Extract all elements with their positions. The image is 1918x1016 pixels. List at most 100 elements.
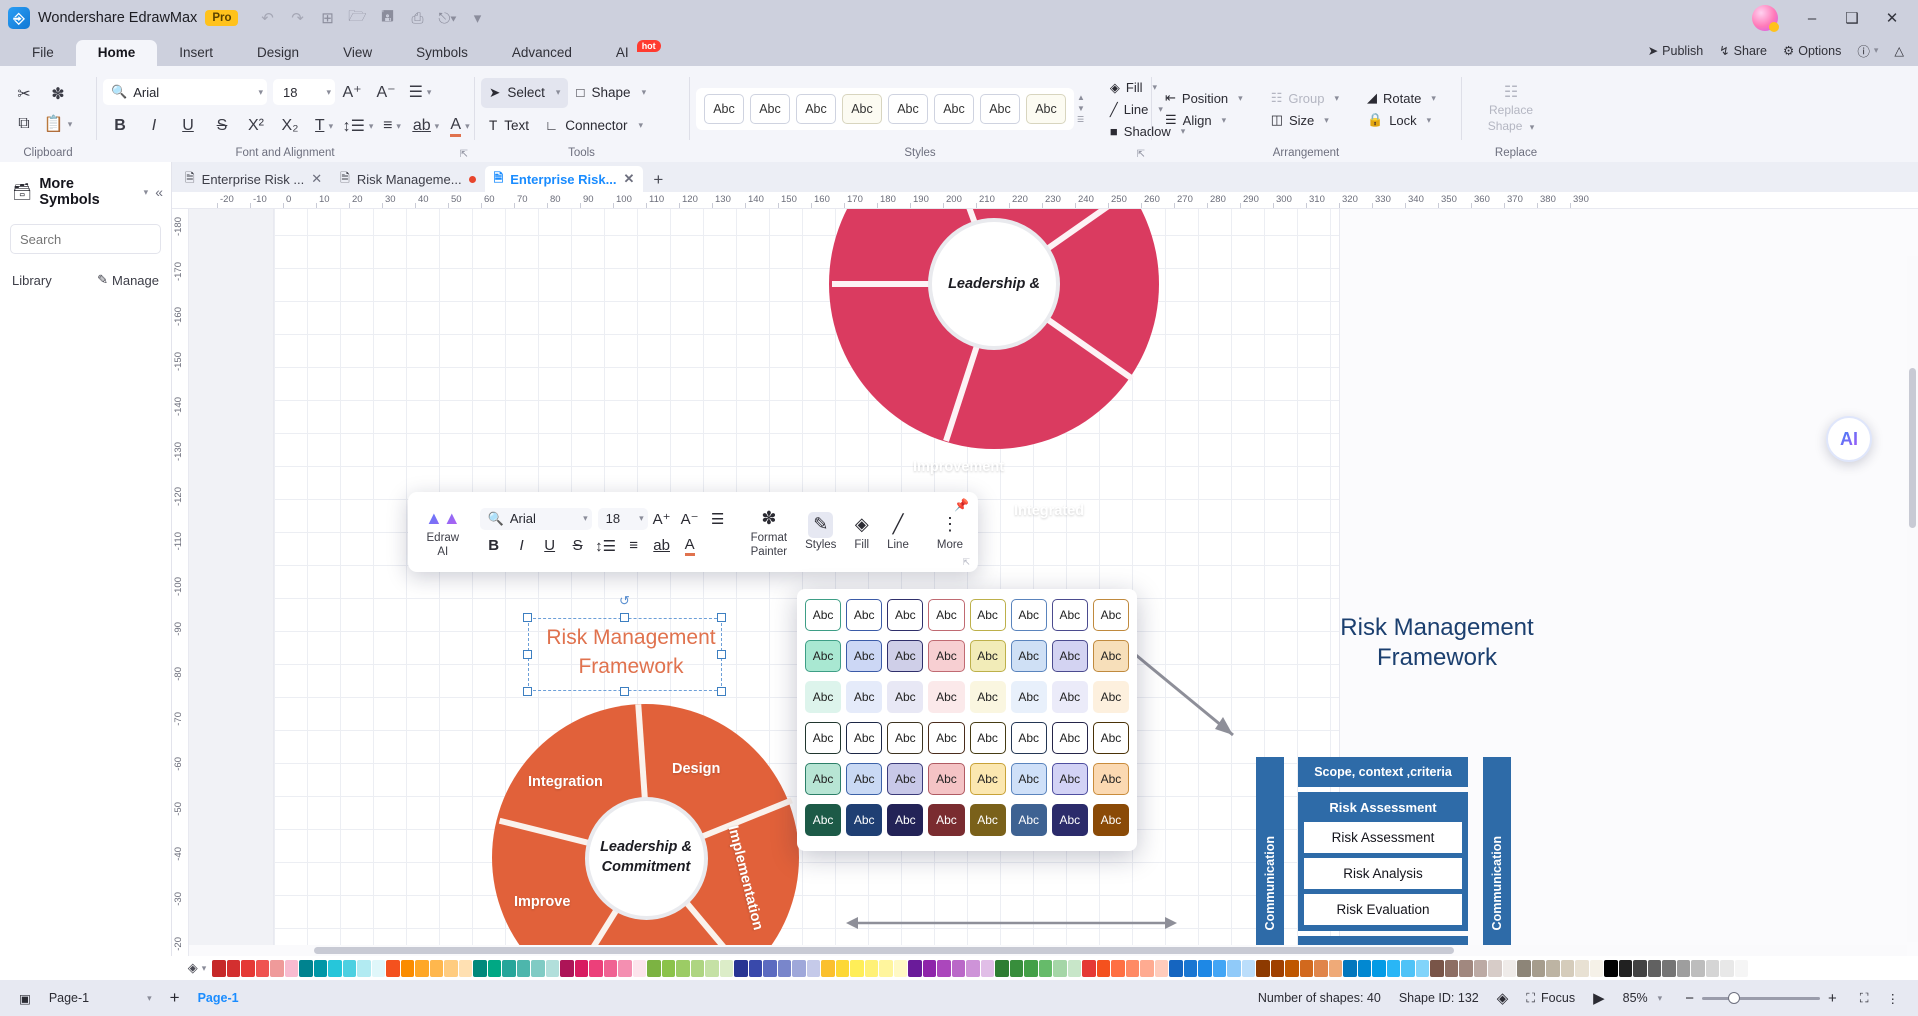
search-input[interactable] [11, 231, 160, 247]
palette-swatch-55[interactable] [1009, 959, 1023, 977]
palette-swatch-54[interactable] [995, 959, 1009, 977]
palette-swatch-16[interactable] [444, 959, 458, 977]
style-chip-r5-c7[interactable]: Abc [1092, 804, 1129, 836]
palette-swatch-56[interactable] [1024, 959, 1038, 977]
horizontal-double-arrow[interactable] [844, 914, 1179, 932]
underline-icon[interactable]: U [171, 111, 205, 141]
palette-swatch-82[interactable] [1401, 959, 1415, 977]
style-chip-r1-c7[interactable]: Abc [1092, 640, 1129, 672]
palette-swatch-59[interactable] [1067, 959, 1081, 977]
style-chip-r1-c4[interactable]: Abc [969, 640, 1006, 672]
style-chip-r4-c0[interactable]: Abc [805, 763, 842, 795]
layers-button[interactable]: ◈ [1488, 989, 1518, 1007]
font-size-input[interactable]: 18 ▾ [273, 79, 335, 105]
mini-font-size-input[interactable]: 18 ▾ [597, 507, 648, 530]
palette-swatch-38[interactable] [763, 959, 777, 977]
orange-wheel-diagram[interactable]: Leadership & Commitment Integration Desi… [492, 703, 799, 956]
palette-swatch-51[interactable] [951, 959, 965, 977]
rotate-handle[interactable]: ↺ [619, 593, 630, 609]
grow-font-icon[interactable]: A⁺ [335, 77, 369, 107]
style-chip-r2-c2[interactable]: Abc [887, 681, 924, 713]
minimize-button[interactable]: – [1792, 1, 1832, 35]
palette-swatch-92[interactable] [1546, 959, 1560, 977]
line-button[interactable]: ╱ Line [878, 498, 918, 566]
risk-evaluation-item[interactable]: Risk Evaluation [1304, 894, 1462, 925]
palette-swatch-81[interactable] [1386, 959, 1400, 977]
palette-swatch-22[interactable] [531, 959, 545, 977]
superscript-icon[interactable]: X² [239, 111, 273, 141]
palette-swatch-90[interactable] [1517, 959, 1531, 977]
close-icon[interactable]: ✕ [623, 171, 634, 187]
palette-swatch-71[interactable] [1241, 959, 1255, 977]
palette-swatch-58[interactable] [1053, 959, 1067, 977]
resize-handle-s[interactable] [620, 687, 629, 696]
style-chip-r1-c5[interactable]: Abc [1010, 640, 1047, 672]
palette-swatch-47[interactable] [893, 959, 907, 977]
vertical-ruler[interactable]: -180 -170 -160 -150 -140 -130 -120 -110 -100 -90 -… [172, 209, 189, 956]
menu-view[interactable]: View [321, 40, 394, 66]
style-chip-r5-c1[interactable]: Abc [846, 804, 883, 836]
cut-icon[interactable]: ✂ [7, 79, 41, 109]
palette-swatch-70[interactable] [1227, 959, 1241, 977]
style-chip-r2-c3[interactable]: Abc [928, 681, 965, 713]
menu-advanced[interactable]: Advanced [490, 40, 594, 66]
style-chip-r5-c4[interactable]: Abc [969, 804, 1006, 836]
palette-swatch-53[interactable] [980, 959, 994, 977]
chevron-down-icon[interactable]: ▾ [1427, 115, 1432, 126]
palette-swatch-45[interactable] [864, 959, 878, 977]
palette-swatch-10[interactable] [357, 959, 371, 977]
palette-swatch-21[interactable] [516, 959, 530, 977]
palette-swatch-103[interactable] [1705, 959, 1719, 977]
undo-icon[interactable]: ↶ [252, 5, 282, 31]
menu-home[interactable]: Home [75, 40, 158, 66]
palette-swatch-43[interactable] [835, 959, 849, 977]
font-color-icon[interactable]: A [676, 534, 704, 558]
page-view-button[interactable]: ▣ [10, 991, 40, 1006]
menu-design[interactable]: Design [235, 40, 321, 66]
palette-swatch-61[interactable] [1096, 959, 1110, 977]
palette-swatch-98[interactable] [1633, 959, 1647, 977]
chevron-down-icon[interactable]: ▾ [1324, 115, 1329, 126]
red-wheel-diagram[interactable]: Leadership & Improvement Integrated [829, 209, 1159, 519]
edraw-ai-button[interactable]: ▲▲ Edraw AI [416, 498, 470, 566]
chevron-down-icon[interactable]: ▾ [1222, 115, 1227, 126]
close-icon[interactable]: ✕ [311, 171, 322, 187]
style-chip-r3-c0[interactable]: Abc [805, 722, 842, 754]
style-chip-r4-c1[interactable]: Abc [846, 763, 883, 795]
select-tool-button[interactable]: ➤ Select ▾ [481, 77, 569, 108]
palette-swatch-95[interactable] [1589, 959, 1603, 977]
quick-styles-scroll[interactable]: ▲ ▼ ☰ [1077, 94, 1085, 124]
style-chip-r3-c7[interactable]: Abc [1092, 722, 1129, 754]
resize-handle-w[interactable] [523, 650, 532, 659]
align-menu-button[interactable]: ☰ Align ▾ [1158, 110, 1250, 130]
menu-file[interactable]: File [10, 40, 76, 66]
bullet-list-icon[interactable]: ≡ ▾ [375, 111, 409, 141]
avatar[interactable] [1752, 5, 1779, 32]
palette-swatch-65[interactable] [1154, 959, 1168, 977]
palette-swatch-26[interactable] [589, 959, 603, 977]
palette-swatch-15[interactable] [429, 959, 443, 977]
palette-swatch-105[interactable] [1734, 959, 1748, 977]
palette-swatch-67[interactable] [1183, 959, 1197, 977]
resize-handle-nw[interactable] [523, 613, 532, 622]
palette-swatch-19[interactable] [487, 959, 501, 977]
style-chip-r3-c4[interactable]: Abc [969, 722, 1006, 754]
line-spacing-icon[interactable]: ↕☰ ▾ [341, 111, 375, 141]
quick-style-chip-0[interactable]: Abc [704, 94, 744, 124]
palette-swatch-44[interactable] [850, 959, 864, 977]
presentation-button[interactable]: ▶ [1584, 989, 1614, 1007]
maximize-button[interactable]: ❑ [1832, 1, 1872, 35]
lock-menu-button[interactable]: 🔒 Lock ▾ [1360, 110, 1443, 130]
rotate-menu-button[interactable]: ◢ Rotate ▾ [1360, 88, 1443, 108]
palette-swatch-72[interactable] [1256, 959, 1270, 977]
palette-swatch-101[interactable] [1676, 959, 1690, 977]
font-color-icon[interactable]: A ▾ [443, 111, 477, 141]
scope-context-criteria-bar[interactable]: Scope, context ,criteria [1298, 757, 1468, 787]
new-tab-button[interactable]: + [643, 168, 673, 192]
menu-insert[interactable]: Insert [157, 40, 235, 66]
style-chip-r3-c6[interactable]: Abc [1051, 722, 1088, 754]
grow-font-icon[interactable]: A⁺ [648, 507, 676, 531]
palette-swatch-94[interactable] [1575, 959, 1589, 977]
quick-style-chip-6[interactable]: Abc [980, 94, 1020, 124]
risk-assessment-item[interactable]: Risk Assessment [1304, 822, 1462, 853]
